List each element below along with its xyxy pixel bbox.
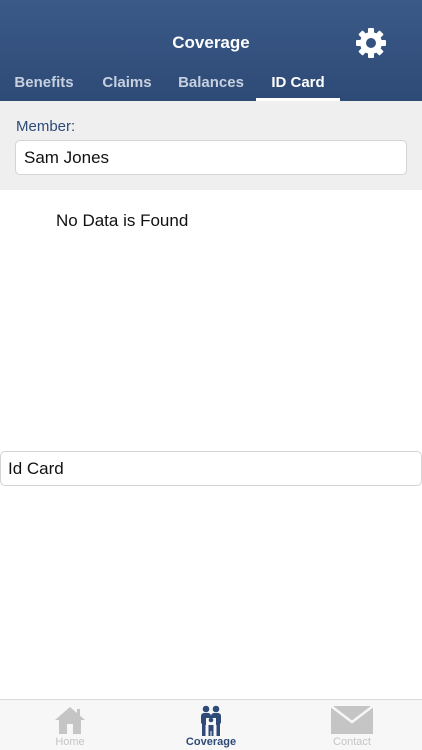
nav-coverage-label: Coverage <box>185 736 237 748</box>
tab-benefits[interactable]: Benefits <box>4 66 84 101</box>
envelope-icon <box>330 705 374 734</box>
nav-contact-label: Contact <box>333 736 371 748</box>
nav-contact[interactable]: Contact <box>282 700 422 750</box>
home-icon <box>55 707 85 734</box>
member-panel: Member: Sam Jones <box>0 101 422 190</box>
nav-home-label: Home <box>55 736 85 748</box>
family-icon <box>201 705 221 736</box>
nav-coverage[interactable]: Coverage <box>141 700 281 750</box>
tab-bar: Benefits Claims Balances ID Card <box>0 66 422 101</box>
tab-claims[interactable]: Claims <box>92 66 162 101</box>
tab-balances[interactable]: Balances <box>170 66 252 101</box>
bottom-tab-bar: Home Coverage Contact <box>0 699 422 750</box>
coverage-screen: Coverage Benefits Claims Balances ID Car… <box>0 0 422 750</box>
no-data-message: No Data is Found <box>56 211 189 230</box>
member-label: Member: <box>16 118 76 135</box>
gear-icon[interactable] <box>354 26 388 60</box>
app-header: Coverage Benefits Claims Balances ID Car… <box>0 0 422 101</box>
tab-id-card[interactable]: ID Card <box>256 66 340 101</box>
nav-home[interactable]: Home <box>0 700 140 750</box>
member-select[interactable]: Sam Jones <box>15 140 407 175</box>
id-card-field[interactable]: Id Card <box>0 451 422 486</box>
